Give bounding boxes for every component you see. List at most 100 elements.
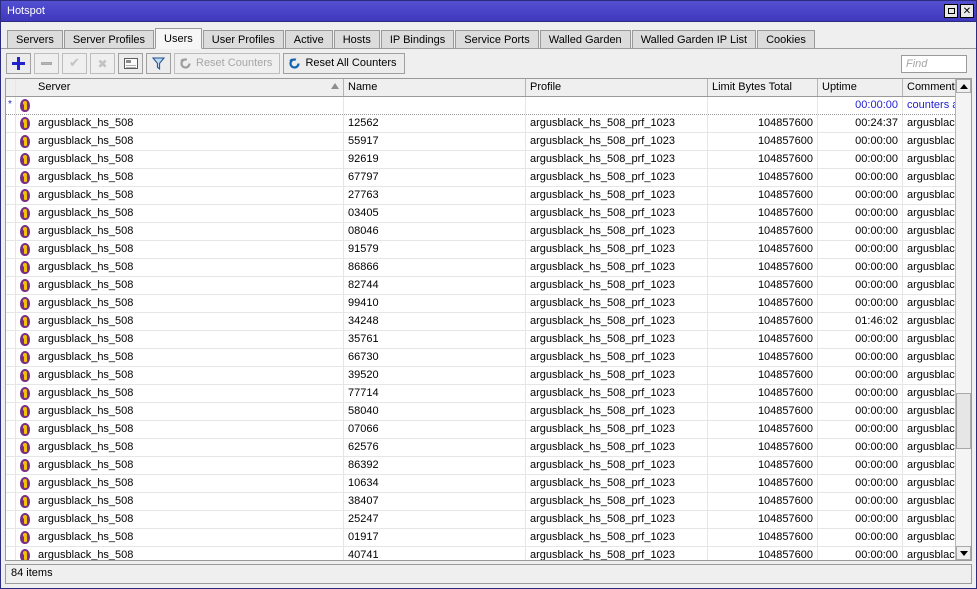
table-row[interactable]: argusblack_hs_50825247argusblack_hs_508_…: [6, 511, 971, 529]
add-button[interactable]: [6, 53, 31, 74]
row-name: 40741: [344, 547, 526, 560]
user-icon: [20, 459, 30, 472]
remove-button[interactable]: [34, 53, 59, 74]
table-row[interactable]: argusblack_hs_50882744argusblack_hs_508_…: [6, 277, 971, 295]
tab-servers[interactable]: Servers: [7, 30, 63, 49]
header-flag: [6, 79, 16, 96]
table-row[interactable]: argusblack_hs_50892619argusblack_hs_508_…: [6, 151, 971, 169]
user-icon: [20, 351, 30, 364]
row-flag: [6, 529, 16, 546]
user-icon: [20, 117, 30, 130]
enable-button[interactable]: ✔: [62, 53, 87, 74]
user-icon: [20, 369, 30, 382]
table-row[interactable]: argusblack_hs_50877714argusblack_hs_508_…: [6, 385, 971, 403]
scroll-down-button[interactable]: [956, 546, 971, 560]
table-row[interactable]: argusblack_hs_50891579argusblack_hs_508_…: [6, 241, 971, 259]
row-profile: argusblack_hs_508_prf_1023: [526, 349, 708, 366]
row-name: 58040: [344, 403, 526, 420]
table-row[interactable]: argusblack_hs_50899410argusblack_hs_508_…: [6, 295, 971, 313]
tab-cookies[interactable]: Cookies: [757, 30, 815, 49]
comment-button[interactable]: [118, 53, 143, 74]
row-uptime: 00:00:00: [818, 259, 903, 276]
table-row[interactable]: argusblack_hs_50839520argusblack_hs_508_…: [6, 367, 971, 385]
table-row[interactable]: argusblack_hs_50867797argusblack_hs_508_…: [6, 169, 971, 187]
row-server: argusblack_hs_508: [34, 133, 344, 150]
tab-service-ports[interactable]: Service Ports: [455, 30, 538, 49]
tab-users[interactable]: Users: [155, 28, 202, 49]
tab-user-profiles[interactable]: User Profiles: [203, 30, 284, 49]
row-uptime: 00:24:37: [818, 115, 903, 132]
table-row[interactable]: argusblack_hs_50834248argusblack_hs_508_…: [6, 313, 971, 331]
toolbar: ✔ ✖ Reset Counters Reset All Counters: [1, 49, 976, 78]
row-flag: [6, 223, 16, 240]
row-server: argusblack_hs_508: [34, 511, 344, 528]
row-server: argusblack_hs_508: [34, 205, 344, 222]
scroll-up-button[interactable]: [956, 79, 971, 93]
row-flag: [6, 439, 16, 456]
row-profile: argusblack_hs_508_prf_1023: [526, 169, 708, 186]
row-name: 62576: [344, 439, 526, 456]
title-bar: Hotspot ✕: [1, 1, 976, 22]
row-name: 27763: [344, 187, 526, 204]
table-row[interactable]: argusblack_hs_50866730argusblack_hs_508_…: [6, 349, 971, 367]
tab-active[interactable]: Active: [285, 30, 333, 49]
scroll-track[interactable]: [956, 93, 971, 546]
row-icon-cell: [16, 313, 34, 330]
tab-server-profiles[interactable]: Server Profiles: [64, 30, 154, 49]
table-row[interactable]: argusblack_hs_50801917argusblack_hs_508_…: [6, 529, 971, 547]
tab-hosts[interactable]: Hosts: [334, 30, 380, 49]
user-icon: [20, 99, 30, 112]
table-row[interactable]: argusblack_hs_50808046argusblack_hs_508_…: [6, 223, 971, 241]
row-server: argusblack_hs_508: [34, 331, 344, 348]
maximize-button[interactable]: [944, 4, 958, 18]
table-row-trial-defaults[interactable]: *00:00:00counters and limits for trial u…: [6, 97, 971, 115]
table-row[interactable]: argusblack_hs_50810634argusblack_hs_508_…: [6, 475, 971, 493]
row-server: argusblack_hs_508: [34, 349, 344, 366]
filter-button[interactable]: [146, 53, 171, 74]
close-icon: ✕: [963, 7, 971, 16]
tab-ip-bindings[interactable]: IP Bindings: [381, 30, 454, 49]
tab-walled-garden[interactable]: Walled Garden: [540, 30, 631, 49]
row-uptime: 00:00:00: [818, 547, 903, 560]
row-name: 86392: [344, 457, 526, 474]
row-server: argusblack_hs_508: [34, 295, 344, 312]
close-button[interactable]: ✕: [960, 4, 974, 18]
row-uptime: 00:00:00: [818, 187, 903, 204]
vertical-scrollbar[interactable]: [955, 79, 971, 560]
table-row[interactable]: argusblack_hs_50862576argusblack_hs_508_…: [6, 439, 971, 457]
table-row[interactable]: argusblack_hs_50840741argusblack_hs_508_…: [6, 547, 971, 560]
disable-button[interactable]: ✖: [90, 53, 115, 74]
table-row[interactable]: argusblack_hs_50886392argusblack_hs_508_…: [6, 457, 971, 475]
header-name[interactable]: Name: [344, 79, 526, 96]
row-icon-cell: [16, 187, 34, 204]
table-row[interactable]: argusblack_hs_50855917argusblack_hs_508_…: [6, 133, 971, 151]
reset-all-counters-button[interactable]: Reset All Counters: [283, 53, 404, 74]
scroll-thumb[interactable]: [956, 393, 971, 449]
user-icon: [20, 153, 30, 166]
maximize-icon: [948, 8, 955, 14]
table-row[interactable]: argusblack_hs_50827763argusblack_hs_508_…: [6, 187, 971, 205]
reset-counters-button[interactable]: Reset Counters: [174, 53, 280, 74]
table-body: *00:00:00counters and limits for trial u…: [6, 97, 971, 560]
table-row[interactable]: argusblack_hs_50835761argusblack_hs_508_…: [6, 331, 971, 349]
row-uptime: 00:00:00: [818, 223, 903, 240]
row-uptime: 00:00:00: [818, 421, 903, 438]
plus-icon: [12, 57, 25, 70]
header-profile[interactable]: Profile: [526, 79, 708, 96]
row-flag: [6, 511, 16, 528]
table-row[interactable]: argusblack_hs_50807066argusblack_hs_508_…: [6, 421, 971, 439]
header-uptime[interactable]: Uptime: [818, 79, 903, 96]
search-input[interactable]: Find: [901, 55, 967, 73]
row-icon-cell: [16, 115, 34, 132]
table-row[interactable]: argusblack_hs_50803405argusblack_hs_508_…: [6, 205, 971, 223]
table-row[interactable]: argusblack_hs_50858040argusblack_hs_508_…: [6, 403, 971, 421]
row-profile: argusblack_hs_508_prf_1023: [526, 151, 708, 168]
reset-counters-label: Reset Counters: [196, 54, 272, 73]
table-row[interactable]: argusblack_hs_50886866argusblack_hs_508_…: [6, 259, 971, 277]
table-row[interactable]: argusblack_hs_50812562argusblack_hs_508_…: [6, 115, 971, 133]
header-limit-bytes-total[interactable]: Limit Bytes Total: [708, 79, 818, 96]
row-server: argusblack_hs_508: [34, 151, 344, 168]
tab-walled-garden-ip-list[interactable]: Walled Garden IP List: [632, 30, 756, 49]
table-row[interactable]: argusblack_hs_50838407argusblack_hs_508_…: [6, 493, 971, 511]
header-server[interactable]: Server: [34, 79, 344, 96]
